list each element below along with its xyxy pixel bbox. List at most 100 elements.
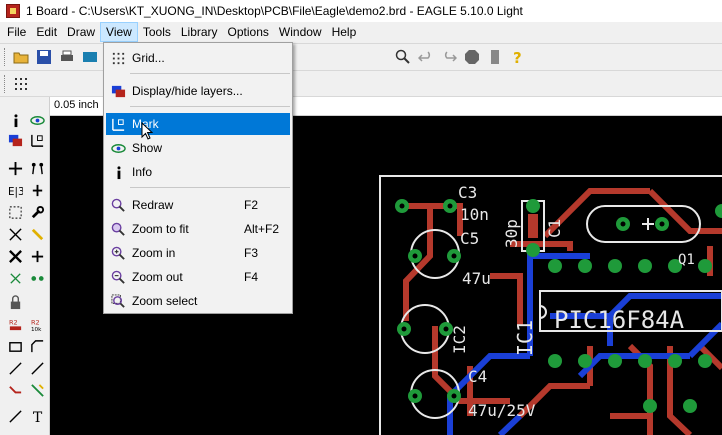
svg-text:E|3: E|3	[8, 186, 23, 198]
view-menu-redraw[interactable]: Redraw F2	[106, 194, 290, 216]
svg-text:?: ?	[513, 49, 522, 65]
menu-library[interactable]: Library	[176, 22, 223, 42]
pinswap-tool[interactable]	[6, 269, 24, 287]
view-menu-zoom-fit[interactable]: Zoom to fit Alt+F2	[106, 218, 290, 240]
menu-tools[interactable]: Tools	[138, 22, 176, 42]
ripup-icon	[30, 383, 44, 397]
info-tool[interactable]	[6, 111, 24, 129]
move-icon	[8, 161, 22, 175]
label-c5: C5	[460, 229, 479, 248]
split-tool[interactable]	[6, 359, 24, 377]
toolbar-grip[interactable]	[4, 48, 7, 66]
label-10n: 10n	[460, 205, 489, 224]
view-menu-show[interactable]: Show	[106, 137, 290, 159]
zoom-out-icon	[108, 267, 128, 287]
cut-tool[interactable]	[6, 225, 24, 243]
label-ic2: IC2	[450, 325, 469, 354]
view-menu-show-label: Show	[132, 141, 163, 155]
smash-icon	[8, 341, 22, 352]
menu-file[interactable]: File	[2, 22, 31, 42]
route-tool[interactable]	[6, 381, 24, 399]
layers-icon	[108, 81, 128, 101]
copy-tool[interactable]	[28, 159, 46, 177]
label-chip: PIC16F84A	[554, 306, 685, 334]
delete-tool[interactable]	[6, 247, 24, 265]
route-icon	[8, 385, 21, 393]
delete-icon	[8, 249, 22, 263]
text-tool[interactable]: T	[28, 407, 46, 425]
change-tool[interactable]	[28, 203, 46, 221]
optimize-tool[interactable]	[28, 359, 46, 377]
open-button[interactable]	[11, 47, 31, 67]
view-menu-grid[interactable]: Grid...	[106, 47, 290, 69]
save-button[interactable]	[34, 47, 54, 67]
redo-button[interactable]	[439, 47, 459, 67]
eagle-app-icon	[6, 4, 20, 18]
go-button[interactable]	[485, 47, 505, 67]
layers-tool[interactable]	[6, 131, 24, 149]
question-icon: ?	[513, 49, 522, 65]
miter-tool[interactable]	[28, 337, 46, 355]
view-menu-zoom-in-label: Zoom in	[132, 246, 176, 260]
smash-tool[interactable]	[6, 337, 24, 355]
stop-icon	[465, 50, 479, 64]
split-icon	[8, 361, 22, 375]
cam-button[interactable]	[80, 47, 100, 67]
paste-tool[interactable]	[28, 225, 46, 243]
mouse-pointer-icon	[141, 122, 153, 140]
print-button[interactable]	[57, 47, 77, 67]
view-menu-layers[interactable]: Display/hide layers...	[106, 80, 290, 102]
grid-icon	[15, 77, 27, 90]
view-menu-zoom-select[interactable]: Zoom select	[106, 290, 290, 312]
undo-button[interactable]	[416, 47, 436, 67]
zoom-select-icon	[395, 49, 410, 64]
view-menu-zoom-in[interactable]: Zoom in F3	[106, 242, 290, 264]
group-tool[interactable]	[6, 203, 24, 221]
show-tool[interactable]	[28, 111, 46, 129]
view-menu-mark[interactable]: Mark	[106, 113, 290, 135]
view-menu-info[interactable]: Info	[106, 161, 290, 183]
svg-text:T: T	[32, 410, 42, 424]
menu-options[interactable]: Options	[223, 22, 274, 42]
view-menu-zoom-out[interactable]: Zoom out F4	[106, 266, 290, 288]
help-button[interactable]: ?	[508, 47, 528, 67]
lock-icon	[10, 294, 20, 309]
group-icon	[8, 205, 22, 219]
zoom-select-button[interactable]	[393, 47, 413, 67]
lock-tool[interactable]	[6, 293, 24, 311]
cut-icon	[8, 227, 22, 241]
view-menu-zoom-fit-shortcut: Alt+F2	[244, 222, 280, 236]
view-menu-grid-label: Grid...	[132, 51, 165, 65]
name-tool[interactable]: R2	[6, 315, 24, 333]
mark-tool[interactable]	[28, 131, 46, 149]
toolbar-grip[interactable]	[4, 74, 7, 93]
wire-tool[interactable]	[6, 407, 24, 425]
ripup-tool[interactable]	[28, 381, 46, 399]
menu-view[interactable]: View	[100, 22, 138, 42]
mirror-tool[interactable]: E|3	[6, 181, 24, 199]
add-tool[interactable]	[28, 247, 46, 265]
replace-tool[interactable]	[28, 269, 46, 287]
replace-icon	[30, 275, 44, 281]
eye-icon	[29, 115, 45, 125]
stop-button[interactable]	[462, 47, 482, 67]
redraw-icon	[108, 195, 128, 215]
menu-edit[interactable]: Edit	[31, 22, 62, 42]
menu-help[interactable]: Help	[327, 22, 362, 42]
mark-icon	[108, 114, 128, 134]
window-title: 1 Board - C:\Users\KT_XUONG_IN\Desktop\P…	[26, 4, 523, 18]
mark-icon	[30, 134, 43, 147]
label-c3: C3	[458, 183, 477, 202]
menu-window[interactable]: Window	[274, 22, 327, 42]
paste-icon	[31, 228, 43, 240]
label-ic1: IC1	[513, 320, 537, 356]
rotate-tool[interactable]	[28, 181, 46, 199]
value-tool[interactable]: R2 10k	[28, 315, 46, 333]
info-icon	[108, 162, 128, 182]
move-tool[interactable]	[6, 159, 24, 177]
pinswap-icon	[9, 272, 21, 284]
menu-separator	[130, 187, 290, 188]
text-icon: T	[32, 410, 42, 424]
grid-button[interactable]	[11, 74, 31, 94]
menu-draw[interactable]: Draw	[62, 22, 100, 42]
